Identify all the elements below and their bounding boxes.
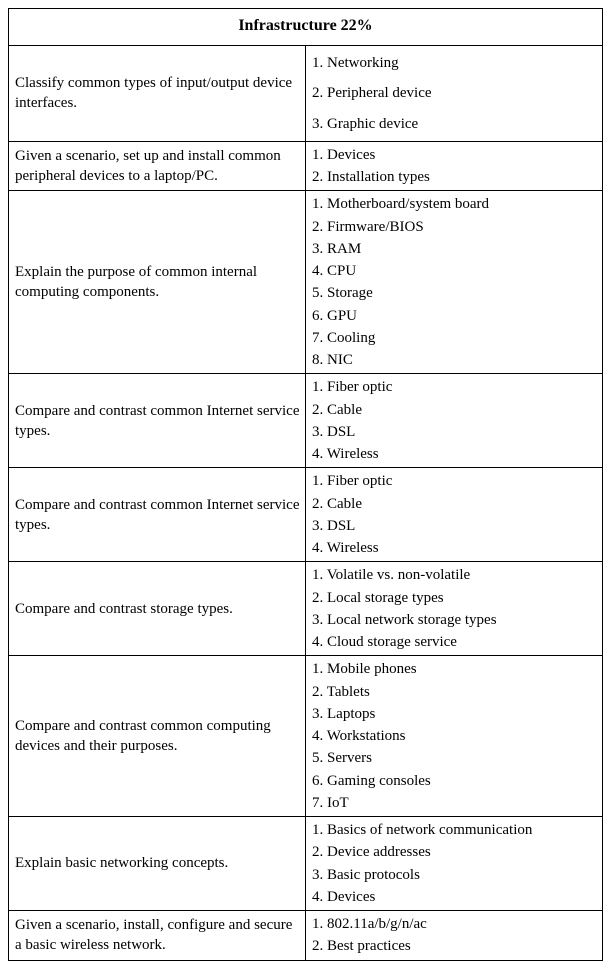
objective-cell: Given a scenario, set up and install com…	[9, 141, 306, 191]
objective-cell: Explain basic networking concepts.	[9, 817, 306, 911]
objective-cell: Explain the purpose of common internal c…	[9, 191, 306, 374]
table-row: Compare and contrast storage types.1. Vo…	[9, 562, 603, 656]
topic-list: 1. Mobile phones2. Tablets3. Laptops4. W…	[312, 658, 598, 814]
topic-list: 1. Volatile vs. non-volatile2. Local sto…	[312, 564, 598, 653]
topic-item: 3. Local network storage types	[312, 609, 598, 631]
topic-item: 2. Local storage types	[312, 587, 598, 609]
topic-item: 1. Fiber optic	[312, 470, 598, 492]
topic-item: 1. Mobile phones	[312, 658, 598, 680]
topic-item: 2. Firmware/BIOS	[312, 216, 598, 238]
topic-item: 1. Devices	[312, 144, 598, 166]
table-header: Infrastructure 22%	[9, 9, 603, 46]
topic-item: 4. Devices	[312, 886, 598, 908]
topic-item: 4. Wireless	[312, 537, 598, 559]
topics-cell: 1. Fiber optic2. Cable3. DSL4. Wireless	[306, 374, 603, 468]
topic-item: 2. Best practices	[312, 935, 598, 957]
topic-item: 1. Basics of network communication	[312, 819, 598, 841]
topic-item: 7. IoT	[312, 792, 598, 814]
topic-item: 3. Graphic device	[312, 109, 598, 139]
topic-item: 8. NIC	[312, 349, 598, 371]
topics-cell: 1. Basics of network communication2. Dev…	[306, 817, 603, 911]
topic-list: 1. Fiber optic2. Cable3. DSL4. Wireless	[312, 376, 598, 465]
objective-cell: Given a scenario, install, configure and…	[9, 911, 306, 961]
topic-item: 1. 802.11a/b/g/n/ac	[312, 913, 598, 935]
table-row: Explain the purpose of common internal c…	[9, 191, 603, 374]
topic-item: 3. Laptops	[312, 703, 598, 725]
topic-item: 2. Peripheral device	[312, 78, 598, 108]
topic-item: 4. Cloud storage service	[312, 631, 598, 653]
topic-item: 3. DSL	[312, 515, 598, 537]
topic-list: 1. Basics of network communication2. Dev…	[312, 819, 598, 908]
topic-item: 1. Motherboard/system board	[312, 193, 598, 215]
topic-item: 5. Storage	[312, 282, 598, 304]
infrastructure-table: Infrastructure 22% Classify common types…	[8, 8, 603, 961]
table-row: Classify common types of input/output de…	[9, 46, 603, 142]
objective-cell: Classify common types of input/output de…	[9, 46, 306, 142]
topic-item: 6. GPU	[312, 305, 598, 327]
topic-item: 4. Workstations	[312, 725, 598, 747]
objective-cell: Compare and contrast common computing de…	[9, 656, 306, 817]
topic-item: 7. Cooling	[312, 327, 598, 349]
topics-cell: 1. Motherboard/system board2. Firmware/B…	[306, 191, 603, 374]
table-body: Classify common types of input/output de…	[9, 46, 603, 961]
table-row: Compare and contrast common Internet ser…	[9, 468, 603, 562]
objective-cell: Compare and contrast storage types.	[9, 562, 306, 656]
topic-item: 1. Fiber optic	[312, 376, 598, 398]
topic-item: 1. Networking	[312, 48, 598, 78]
topics-cell: 1. Volatile vs. non-volatile2. Local sto…	[306, 562, 603, 656]
topics-cell: 1. 802.11a/b/g/n/ac2. Best practices	[306, 911, 603, 961]
topics-cell: 1. Fiber optic2. Cable3. DSL4. Wireless	[306, 468, 603, 562]
topics-cell: 1. Mobile phones2. Tablets3. Laptops4. W…	[306, 656, 603, 817]
objective-cell: Compare and contrast common Internet ser…	[9, 468, 306, 562]
table-row: Explain basic networking concepts.1. Bas…	[9, 817, 603, 911]
topic-item: 3. Basic protocols	[312, 864, 598, 886]
table-row: Given a scenario, set up and install com…	[9, 141, 603, 191]
topic-item: 1. Volatile vs. non-volatile	[312, 564, 598, 586]
topic-list: 1. Motherboard/system board2. Firmware/B…	[312, 193, 598, 371]
topic-list: 1. 802.11a/b/g/n/ac2. Best practices	[312, 913, 598, 958]
topics-cell: 1. Devices2. Installation types	[306, 141, 603, 191]
table-row: Compare and contrast common computing de…	[9, 656, 603, 817]
topic-item: 3. DSL	[312, 421, 598, 443]
topic-item: 3. RAM	[312, 238, 598, 260]
topic-item: 5. Servers	[312, 747, 598, 769]
topic-list: 1. Fiber optic2. Cable3. DSL4. Wireless	[312, 470, 598, 559]
topics-cell: 1. Networking2. Peripheral device3. Grap…	[306, 46, 603, 142]
topic-item: 2. Cable	[312, 399, 598, 421]
topic-item: 2. Installation types	[312, 166, 598, 188]
topic-list: 1. Networking2. Peripheral device3. Grap…	[312, 48, 598, 139]
topic-item: 2. Tablets	[312, 681, 598, 703]
table-row: Compare and contrast common Internet ser…	[9, 374, 603, 468]
table-row: Given a scenario, install, configure and…	[9, 911, 603, 961]
topic-list: 1. Devices2. Installation types	[312, 144, 598, 189]
topic-item: 2. Cable	[312, 493, 598, 515]
topic-item: 2. Device addresses	[312, 841, 598, 863]
objective-cell: Compare and contrast common Internet ser…	[9, 374, 306, 468]
topic-item: 6. Gaming consoles	[312, 770, 598, 792]
topic-item: 4. CPU	[312, 260, 598, 282]
topic-item: 4. Wireless	[312, 443, 598, 465]
